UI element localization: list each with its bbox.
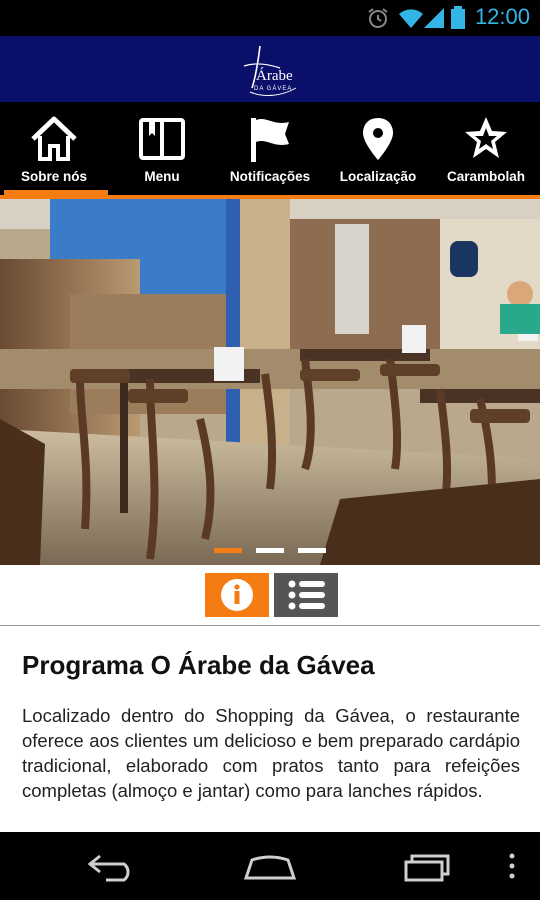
status-time: 12:00	[474, 4, 530, 29]
tab-menu[interactable]: Menu	[108, 102, 216, 198]
description-text: Localizado dentro do Shopping da Gávea, …	[22, 705, 520, 801]
tab-label: Notificações	[229, 169, 311, 184]
alarm-icon	[368, 8, 388, 28]
system-nav-bar	[0, 832, 540, 900]
view-toggle-bar	[0, 565, 540, 626]
carousel-dot[interactable]	[256, 548, 284, 553]
app-logo: Árabe DA GÁVEA	[238, 42, 302, 98]
about-section: Programa O Árabe da Gávea Localizado den…	[22, 640, 520, 803]
tab-bar: Sobre nós Menu Notificações Localização …	[0, 102, 540, 198]
location-pin-icon	[363, 118, 393, 160]
info-icon	[221, 579, 253, 611]
page-title: Programa O Árabe da Gávea	[22, 650, 375, 680]
restaurant-interior-photo	[0, 199, 540, 565]
info-button[interactable]	[205, 573, 269, 617]
tab-notificacoes[interactable]: Notificações	[216, 102, 324, 198]
status-bar: 12:00	[0, 0, 540, 36]
book-icon	[139, 118, 185, 160]
carousel-dot[interactable]	[298, 548, 326, 553]
carousel-page-indicator	[0, 548, 540, 554]
svg-text:DA GÁVEA: DA GÁVEA	[254, 85, 292, 92]
overflow-menu-icon[interactable]	[506, 850, 518, 882]
flag-icon	[251, 118, 289, 162]
signal-icon	[424, 8, 444, 28]
tab-carambolah[interactable]: Carambolah	[432, 102, 540, 198]
wifi-icon	[399, 9, 423, 28]
restaurant-photo-carousel[interactable]	[0, 199, 540, 565]
star-icon	[465, 117, 507, 158]
battery-icon	[451, 6, 465, 29]
list-icon	[288, 580, 325, 610]
home-icon	[31, 116, 77, 161]
app-header: Árabe DA GÁVEA	[0, 36, 540, 102]
back-icon[interactable]	[86, 850, 138, 882]
carousel-dot[interactable]	[214, 548, 242, 553]
tab-label: Carambolah	[446, 169, 526, 184]
tab-sobre-nos[interactable]: Sobre nós	[0, 102, 108, 198]
tab-localizacao[interactable]: Localização	[324, 102, 432, 198]
home-icon[interactable]	[242, 850, 298, 882]
recent-apps-icon[interactable]	[402, 850, 454, 882]
list-button[interactable]	[274, 573, 338, 617]
svg-text:Árabe: Árabe	[256, 67, 293, 84]
tab-label: Sobre nós	[20, 169, 87, 184]
tab-label: Menu	[144, 169, 180, 184]
tab-label: Localização	[339, 169, 417, 184]
